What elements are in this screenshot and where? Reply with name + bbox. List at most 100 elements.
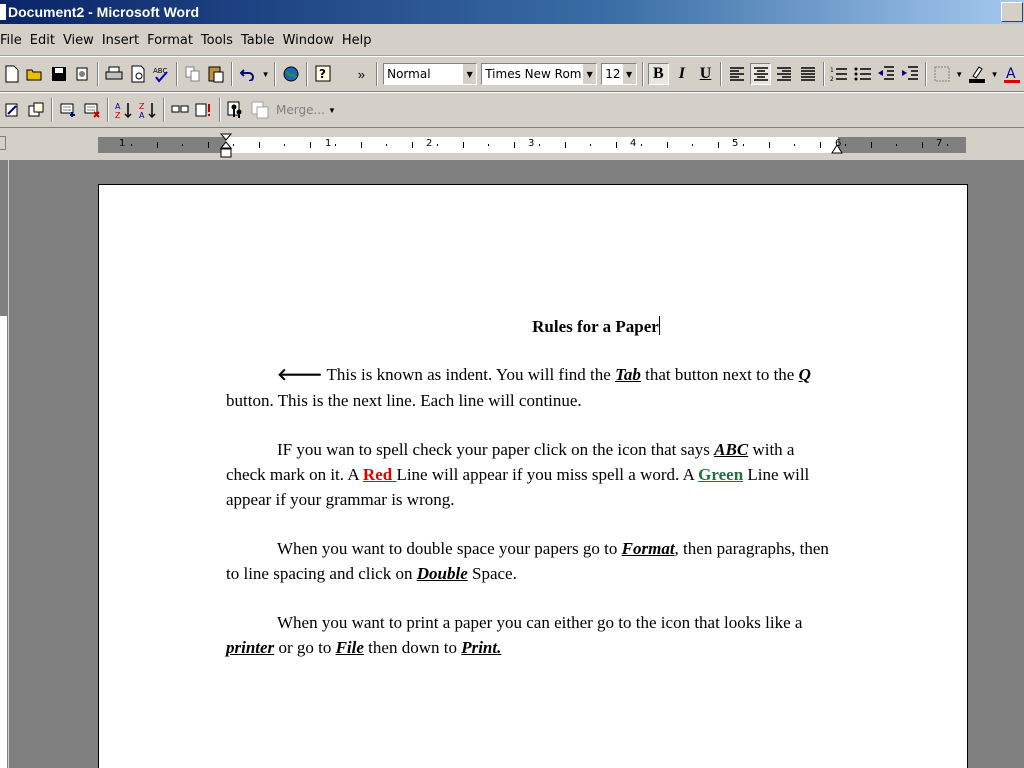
ruler-tick xyxy=(131,144,132,146)
keyword-double: Double xyxy=(416,564,468,583)
paragraph-text: that button next to the xyxy=(640,365,799,384)
menu-insert[interactable]: Insert xyxy=(98,33,143,48)
permission-icon[interactable] xyxy=(72,63,94,85)
ruler-number: 1 xyxy=(119,138,126,149)
menu-help[interactable]: Help xyxy=(338,33,376,48)
highlight-dropdown-icon[interactable]: ▼ xyxy=(990,63,1000,85)
undo-dropdown-icon[interactable]: ▼ xyxy=(261,63,271,85)
toolbar-separator xyxy=(231,62,234,86)
paste-icon[interactable] xyxy=(206,63,228,85)
align-left-icon[interactable] xyxy=(726,63,748,85)
open-data-source-icon[interactable] xyxy=(25,99,47,121)
edit-data-source-icon[interactable] xyxy=(249,99,271,121)
ruler-tick xyxy=(488,144,489,146)
ruler-number: 5 xyxy=(732,138,739,149)
toolbar-separator xyxy=(274,62,277,86)
open-folder-icon[interactable] xyxy=(25,63,47,85)
keyword-file: File xyxy=(335,638,364,657)
menu-tools[interactable]: Tools xyxy=(197,33,237,48)
bullets-icon[interactable] xyxy=(852,63,874,85)
menu-file[interactable]: File xyxy=(0,33,26,48)
ruler-tick xyxy=(513,142,515,148)
menu-table[interactable]: Table xyxy=(237,33,279,48)
sort-ascending-icon[interactable]: AZ xyxy=(113,99,135,121)
right-indent-marker[interactable] xyxy=(831,142,843,154)
toolbar-separator xyxy=(376,62,379,86)
ruler-tick xyxy=(794,144,795,146)
italic-button[interactable]: I xyxy=(671,63,693,85)
merge-dropdown-icon[interactable]: ▼ xyxy=(326,99,338,121)
menu-format[interactable]: Format xyxy=(143,33,197,48)
help-question-icon[interactable]: ? xyxy=(312,63,334,85)
ruler-number: 7 xyxy=(936,138,943,149)
style-combo[interactable]: Normal ▼ xyxy=(383,63,478,85)
web-globe-icon[interactable] xyxy=(280,63,302,85)
menu-edit[interactable]: Edit xyxy=(26,33,59,48)
copy-icon[interactable] xyxy=(182,63,204,85)
chevron-down-icon[interactable]: ▼ xyxy=(582,64,597,84)
decrease-indent-icon[interactable] xyxy=(876,63,898,85)
align-right-icon[interactable] xyxy=(773,63,795,85)
paragraph-text: IF you wan to spell check your paper cli… xyxy=(277,440,715,459)
document-body[interactable]: Rules for a Paper 🡐 This is known as ind… xyxy=(226,314,836,684)
numbering-icon[interactable]: 12 xyxy=(829,63,851,85)
justify-icon[interactable] xyxy=(797,63,819,85)
align-center-icon[interactable] xyxy=(749,63,772,85)
paragraph-text: button. This is the next line. Each line… xyxy=(226,391,582,410)
insert-merge-field-icon[interactable] xyxy=(57,99,79,121)
word-app-icon[interactable] xyxy=(0,4,6,20)
print-icon[interactable] xyxy=(103,63,125,85)
window-control-button[interactable] xyxy=(1001,2,1023,22)
mail-merge-toolbar: AZ ZA Merge... ▼ xyxy=(0,92,1024,128)
font-size-combo[interactable]: 12 ▼ xyxy=(601,63,637,85)
find-record-icon[interactable] xyxy=(225,99,247,121)
font-color-icon[interactable]: A xyxy=(1002,63,1024,85)
new-document-icon[interactable] xyxy=(1,63,23,85)
main-document-icon[interactable] xyxy=(1,99,23,121)
ruler-tick xyxy=(207,142,209,148)
bold-button[interactable]: B xyxy=(647,63,670,85)
horizontal-ruler-row: 1 1 2 3 4 5 6 7 xyxy=(0,130,1024,160)
spelling-grammar-icon[interactable]: ABC xyxy=(150,63,172,85)
keyword-print: Print. xyxy=(461,638,502,657)
borders-icon[interactable] xyxy=(931,63,953,85)
check-errors-icon[interactable] xyxy=(193,99,215,121)
menu-window[interactable]: Window xyxy=(279,33,338,48)
horizontal-ruler[interactable]: 1 1 2 3 4 5 6 7 xyxy=(98,133,966,158)
save-icon[interactable] xyxy=(48,63,70,85)
menu-view[interactable]: View xyxy=(59,33,98,48)
delete-merge-field-icon[interactable] xyxy=(81,99,103,121)
style-value: Normal xyxy=(387,67,431,81)
paragraph: IF you wan to spell check your paper cli… xyxy=(226,437,836,512)
ruler-number: 4 xyxy=(630,138,637,149)
paragraph-text: Line will appear if you miss spell a wor… xyxy=(396,465,699,484)
merge-fields-icon[interactable] xyxy=(169,99,191,121)
title-text: Rules for a Paper xyxy=(532,317,659,336)
ruler-tick xyxy=(870,142,872,148)
chevron-down-icon[interactable]: ▼ xyxy=(621,64,636,84)
increase-indent-icon[interactable] xyxy=(899,63,921,85)
toolbar-separator xyxy=(97,62,100,86)
tab-selector[interactable] xyxy=(0,136,6,150)
merge-button[interactable]: Merge... xyxy=(276,103,325,117)
ruler-tick xyxy=(335,144,336,146)
undo-icon[interactable] xyxy=(237,63,259,85)
borders-dropdown-icon[interactable]: ▼ xyxy=(954,63,964,85)
left-indent-marker[interactable] xyxy=(220,133,232,159)
svg-text:A: A xyxy=(139,111,145,119)
vertical-ruler[interactable] xyxy=(0,160,8,768)
keyword-red: Red xyxy=(362,465,397,484)
paragraph-text: This is known as indent. You will find t… xyxy=(322,365,616,384)
toolbar-more-icon[interactable]: » xyxy=(351,63,373,85)
ruler-tick xyxy=(411,142,413,148)
print-preview-icon[interactable] xyxy=(127,63,149,85)
chevron-down-icon[interactable]: ▼ xyxy=(462,64,477,84)
toolbar-separator xyxy=(163,98,165,122)
font-size-value: 12 xyxy=(605,67,621,81)
highlight-icon[interactable] xyxy=(966,63,988,85)
font-combo[interactable]: Times New Roman ▼ xyxy=(481,63,598,85)
toolbar-separator xyxy=(822,62,825,86)
ruler-tick xyxy=(666,142,668,148)
sort-descending-icon[interactable]: ZA xyxy=(137,99,159,121)
underline-button[interactable]: U xyxy=(695,63,717,85)
